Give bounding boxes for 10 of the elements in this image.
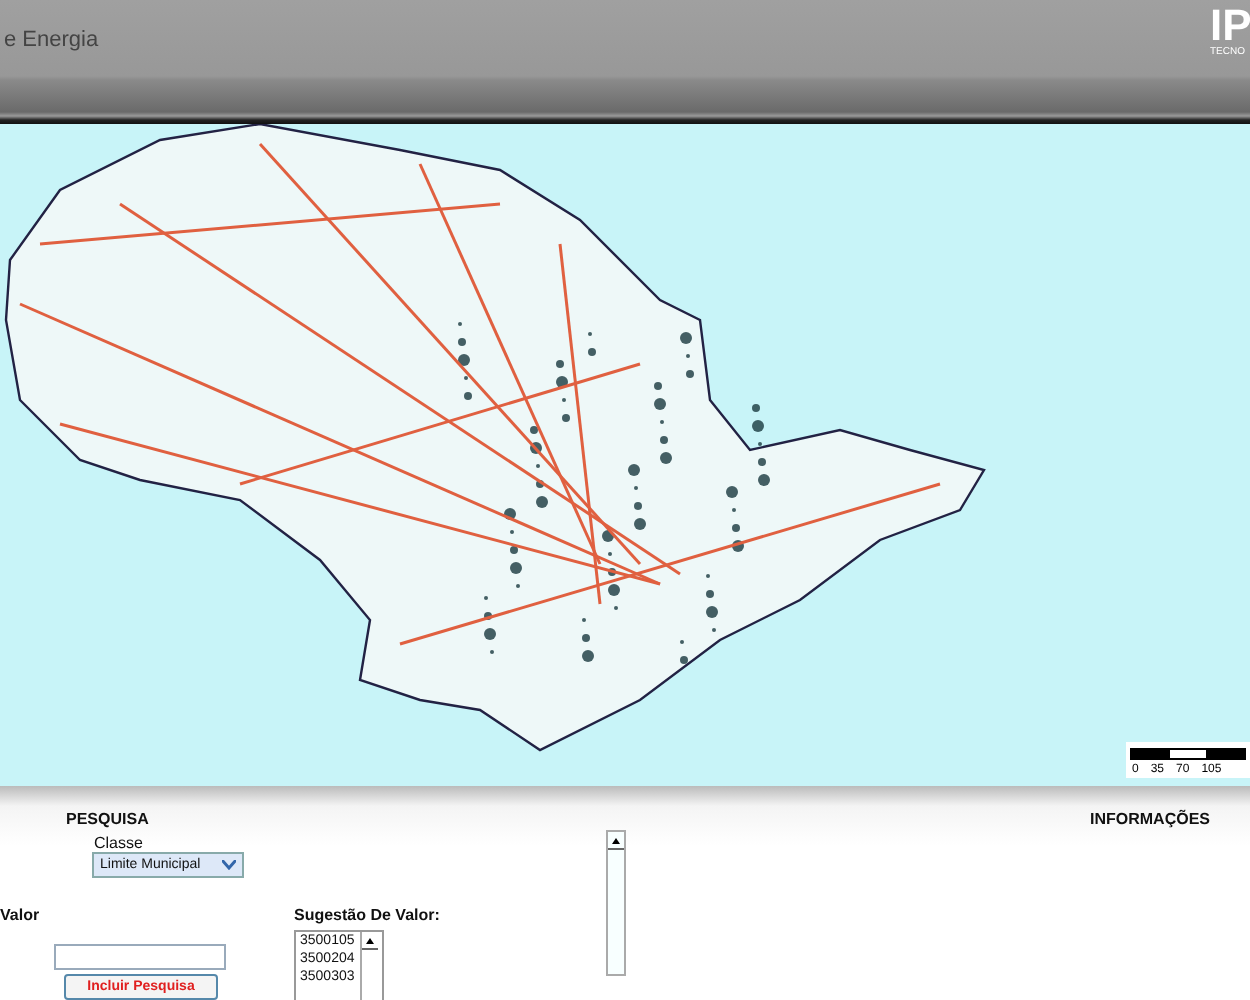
class-label: Classe xyxy=(94,834,145,852)
info-heading: INFORMAÇÕES xyxy=(1090,810,1210,832)
header-title: e Energia xyxy=(4,28,99,52)
suggestion-label: Sugestão De Valor: xyxy=(294,906,440,924)
scrollbar[interactable] xyxy=(606,830,626,976)
value-label: Valor xyxy=(0,906,42,924)
search-heading: PESQUISA xyxy=(66,810,151,828)
chevron-icon xyxy=(222,860,236,870)
logo-text: IP xyxy=(1210,6,1250,46)
value-field[interactable] xyxy=(54,944,226,970)
